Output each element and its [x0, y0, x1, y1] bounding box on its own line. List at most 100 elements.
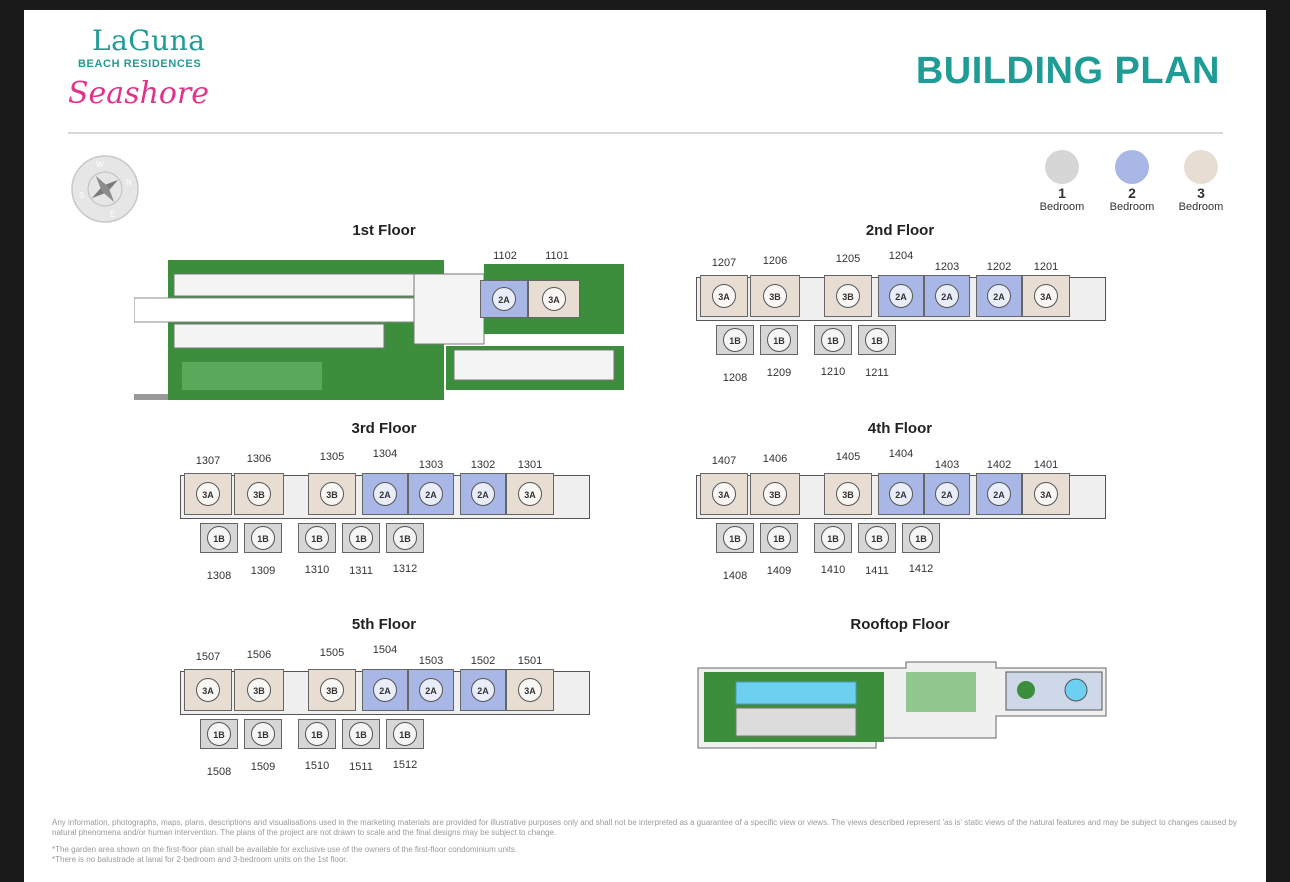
unit-type-badge: 2A	[889, 284, 913, 308]
unit-number-label: 1202	[986, 261, 1012, 273]
unit-number-label: 1502	[470, 655, 496, 667]
unit-1207[interactable]: 3A	[700, 275, 748, 317]
legend-one-bedroom: 1 Bedroom	[1027, 150, 1097, 213]
unit-1306[interactable]: 3B	[234, 473, 284, 515]
unit-number-label: 1510	[304, 760, 330, 772]
unit-1309[interactable]: 1B	[244, 523, 282, 553]
brand-logo: LaGuna BEACH RESIDENCES Seashore	[64, 24, 224, 124]
unit-1406[interactable]: 3B	[750, 473, 800, 515]
unit-1509[interactable]: 1B	[244, 719, 282, 749]
unit-type-badge: 3B	[320, 482, 344, 506]
unit-number-label: 1405	[835, 451, 861, 463]
unit-1506[interactable]: 3B	[234, 669, 284, 711]
legend-swatch-two-bedroom	[1115, 150, 1149, 184]
unit-type-badge: 2A	[419, 482, 443, 506]
legend-two-bedroom: 2 Bedroom	[1097, 150, 1167, 213]
floor-title-3rd: 3rd Floor	[351, 420, 417, 437]
unit-1504[interactable]: 2A	[362, 669, 408, 711]
unit-1412[interactable]: 1B	[902, 523, 940, 553]
unit-number-label: 1208	[722, 372, 748, 384]
unit-1302[interactable]: 2A	[460, 473, 506, 515]
unit-1408[interactable]: 1B	[716, 523, 754, 553]
unit-type-badge: 1B	[349, 722, 373, 746]
unit-1211[interactable]: 1B	[858, 325, 896, 355]
unit-1410[interactable]: 1B	[814, 523, 852, 553]
unit-1308[interactable]: 1B	[200, 523, 238, 553]
unit-1511[interactable]: 1B	[342, 719, 380, 749]
unit-1201[interactable]: 3A	[1022, 275, 1070, 317]
unit-number-label: 1503	[418, 655, 444, 667]
unit-1310[interactable]: 1B	[298, 523, 336, 553]
unit-number-label: 1407	[711, 455, 737, 467]
unit-type-badge: 1B	[207, 722, 231, 746]
unit-number-label: 1207	[711, 257, 737, 269]
unit-type-badge: 3A	[1034, 482, 1058, 506]
unit-1204[interactable]: 2A	[878, 275, 924, 317]
disclaimer: Any information, photographs, maps, plan…	[52, 818, 1242, 865]
unit-number-label: 1504	[372, 644, 398, 656]
unit-1510[interactable]: 1B	[298, 719, 336, 749]
unit-1203[interactable]: 2A	[924, 275, 970, 317]
unit-1512[interactable]: 1B	[386, 719, 424, 749]
unit-type-badge: 3A	[1034, 284, 1058, 308]
unit-1102[interactable]: 2A	[480, 280, 528, 318]
unit-type-badge: 3A	[196, 678, 220, 702]
unit-1101[interactable]: 3A	[528, 280, 580, 318]
unit-1505[interactable]: 3B	[308, 669, 356, 711]
unit-number-label: 1209	[766, 367, 792, 379]
unit-type-badge: 2A	[935, 482, 959, 506]
unit-type-badge: 2A	[471, 482, 495, 506]
unit-number-label: 1501	[517, 655, 543, 667]
unit-1405[interactable]: 3B	[824, 473, 872, 515]
unit-1409[interactable]: 1B	[760, 523, 798, 553]
unit-1503[interactable]: 2A	[408, 669, 454, 711]
unit-number-label: 1101	[545, 250, 569, 262]
disclaimer-note-garden: *The garden area shown on the first-floo…	[52, 845, 518, 854]
unit-type-badge: 3A	[712, 284, 736, 308]
unit-type-badge: 3B	[247, 678, 271, 702]
unit-1304[interactable]: 2A	[362, 473, 408, 515]
unit-number-label: 1302	[470, 459, 496, 471]
legend-label: Bedroom	[1109, 201, 1155, 213]
unit-1202[interactable]: 2A	[976, 275, 1022, 317]
unit-type-badge: 1B	[393, 526, 417, 550]
unit-type-badge: 1B	[909, 526, 933, 550]
unit-1303[interactable]: 2A	[408, 473, 454, 515]
unit-1210[interactable]: 1B	[814, 325, 852, 355]
unit-number-label: 1303	[418, 459, 444, 471]
unit-1502[interactable]: 2A	[460, 669, 506, 711]
unit-1205[interactable]: 3B	[824, 275, 872, 317]
unit-1311[interactable]: 1B	[342, 523, 380, 553]
unit-1507[interactable]: 3A	[184, 669, 232, 711]
unit-number-label: 1508	[206, 766, 232, 778]
unit-1301[interactable]: 3A	[506, 473, 554, 515]
legend-label: Bedroom	[1039, 201, 1085, 213]
unit-1208[interactable]: 1B	[716, 325, 754, 355]
compass-w: W	[96, 160, 104, 169]
unit-number-label: 1511	[349, 761, 373, 773]
floor-title-rooftop: Rooftop Floor	[850, 616, 950, 633]
unit-1206[interactable]: 3B	[750, 275, 800, 317]
unit-1402[interactable]: 2A	[976, 473, 1022, 515]
floor-title-1st: 1st Floor	[352, 222, 416, 239]
compass-e: E	[110, 210, 115, 219]
unit-type-badge: 2A	[987, 482, 1011, 506]
unit-type-badge: 2A	[419, 678, 443, 702]
unit-1401[interactable]: 3A	[1022, 473, 1070, 515]
unit-1307[interactable]: 3A	[184, 473, 232, 515]
unit-type-badge: 1B	[251, 722, 275, 746]
unit-1501[interactable]: 3A	[506, 669, 554, 711]
unit-1403[interactable]: 2A	[924, 473, 970, 515]
unit-1407[interactable]: 3A	[700, 473, 748, 515]
unit-1404[interactable]: 2A	[878, 473, 924, 515]
unit-1508[interactable]: 1B	[200, 719, 238, 749]
unit-1411[interactable]: 1B	[858, 523, 896, 553]
unit-1312[interactable]: 1B	[386, 523, 424, 553]
unit-1305[interactable]: 3B	[308, 473, 356, 515]
unit-number-label: 1309	[250, 565, 276, 577]
floor-title-4th: 4th Floor	[867, 420, 933, 437]
unit-number-label: 1408	[722, 570, 748, 582]
unit-type-badge: 1B	[865, 526, 889, 550]
unit-type-badge: 1B	[723, 526, 747, 550]
unit-1209[interactable]: 1B	[760, 325, 798, 355]
